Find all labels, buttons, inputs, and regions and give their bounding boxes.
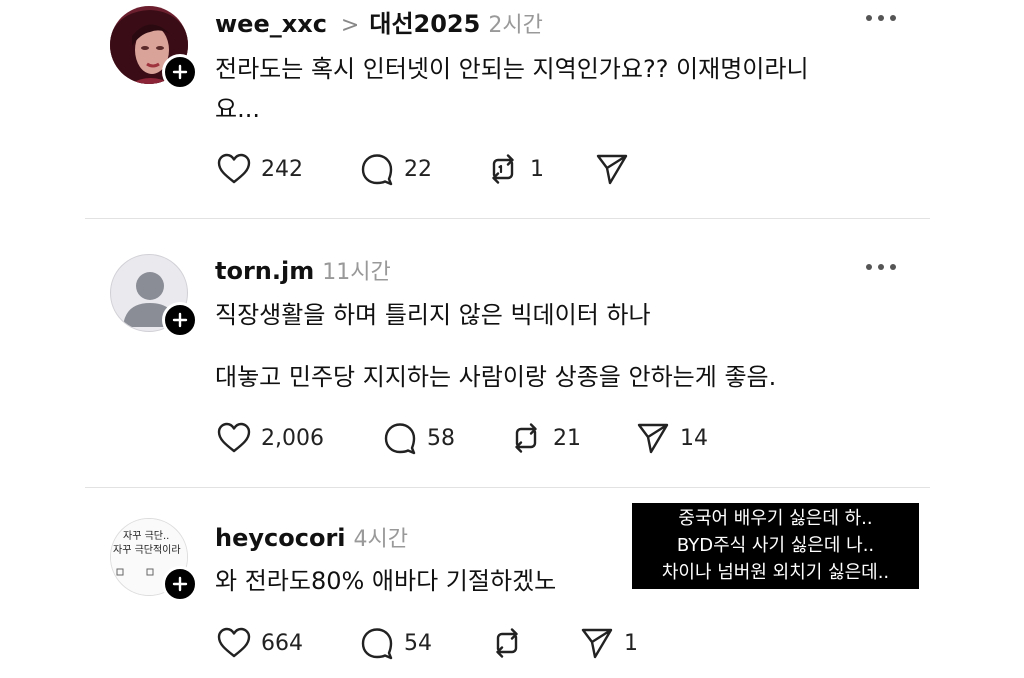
caption-overlay: 중국어 배우기 싫은데 하.. BYD주식 사기 싫은데 나.. 차이나 넘버원… [632,503,919,589]
heart-icon [217,627,251,658]
post-text-line: 대놓고 민주당 지지하는 사람이랑 상종을 안하는게 좋음. [215,363,777,391]
avatar-caption: 자꾸 극단.. [123,531,170,542]
plus-icon [172,64,188,80]
repost-count: 1 [530,156,544,182]
like-button[interactable]: 2,006 [215,418,324,458]
repost-count: 21 [553,425,581,451]
follow-button[interactable] [162,302,198,338]
comment-bubble-icon [361,628,393,660]
post-time: 4시간 [353,527,408,552]
chevron-right-icon: > [340,13,360,38]
share-button[interactable]: 14 [634,418,708,458]
post-header: wee_xxc > 대선2025 2시간 [215,4,543,39]
share-count: 14 [680,425,708,451]
follow-button[interactable] [162,566,198,602]
repost-button[interactable]: 1 [484,149,544,189]
username[interactable]: wee_xxc [215,10,327,38]
comment-count: 58 [427,425,455,451]
share-send-icon [596,154,628,185]
caption-line: BYD주식 사기 싫은데 나.. [676,535,875,556]
plus-icon [172,312,188,328]
comment-count: 54 [404,630,432,656]
post-text-line: 직장생활을 하며 틀리지 않은 빅데이터 하나 [215,301,651,329]
repost-button[interactable]: 21 [507,418,581,458]
heart-icon [217,422,251,453]
post-time: 2시간 [488,13,543,38]
post-divider [85,218,930,219]
share-count: 1 [624,630,638,656]
post-text-line: 와 전라도80% 애바다 기절하겠노 [215,567,557,595]
comment-button[interactable]: 54 [358,623,432,663]
more-options-icon[interactable] [866,264,896,274]
avatar[interactable] [110,6,198,90]
caption-line: 중국어 배우기 싫은데 하.. [678,508,873,529]
like-count: 242 [261,156,303,182]
like-button[interactable]: 664 [215,623,303,663]
repost-button[interactable] [488,623,534,663]
post-header: torn.jm 11시간 [215,254,391,286]
comment-button[interactable]: 22 [358,149,432,189]
share-button[interactable]: 1 [578,623,638,663]
topic-tag[interactable]: 대선2025 [369,4,480,39]
comment-bubble-icon [361,154,393,186]
username[interactable]: torn.jm [215,257,314,285]
post-time: 11시간 [322,260,391,285]
more-options-icon[interactable] [866,15,896,25]
like-count: 2,006 [261,425,324,451]
comment-bubble-icon [384,423,416,455]
like-button[interactable]: 242 [215,149,303,189]
heart-icon [217,153,251,184]
plus-icon [172,576,188,592]
like-count: 664 [261,630,303,656]
avatar-caption: 자꾸 극단적이라 [113,545,181,556]
post-text-line: 전라도는 혹시 인터넷이 안되는 지역인가요?? 이재명이라니 [215,55,809,83]
avatar[interactable]: 자꾸 극단.. 자꾸 극단적이라 [110,518,198,602]
comment-button[interactable]: 58 [381,418,455,458]
follow-button[interactable] [162,54,198,90]
share-send-icon [581,628,613,659]
repost-icon [492,154,514,184]
post-divider [85,487,930,488]
comment-count: 22 [404,156,432,182]
share-send-icon [637,423,669,454]
post-text-line: 요... [215,95,260,123]
repost-icon [496,628,518,658]
caption-line: 차이나 넘버원 외치기 싫은데.. [661,562,890,583]
post-header: heycocori 4시간 [215,521,408,553]
username[interactable]: heycocori [215,524,346,552]
avatar[interactable] [110,254,198,338]
repost-icon [515,423,537,453]
share-button[interactable] [593,149,639,189]
